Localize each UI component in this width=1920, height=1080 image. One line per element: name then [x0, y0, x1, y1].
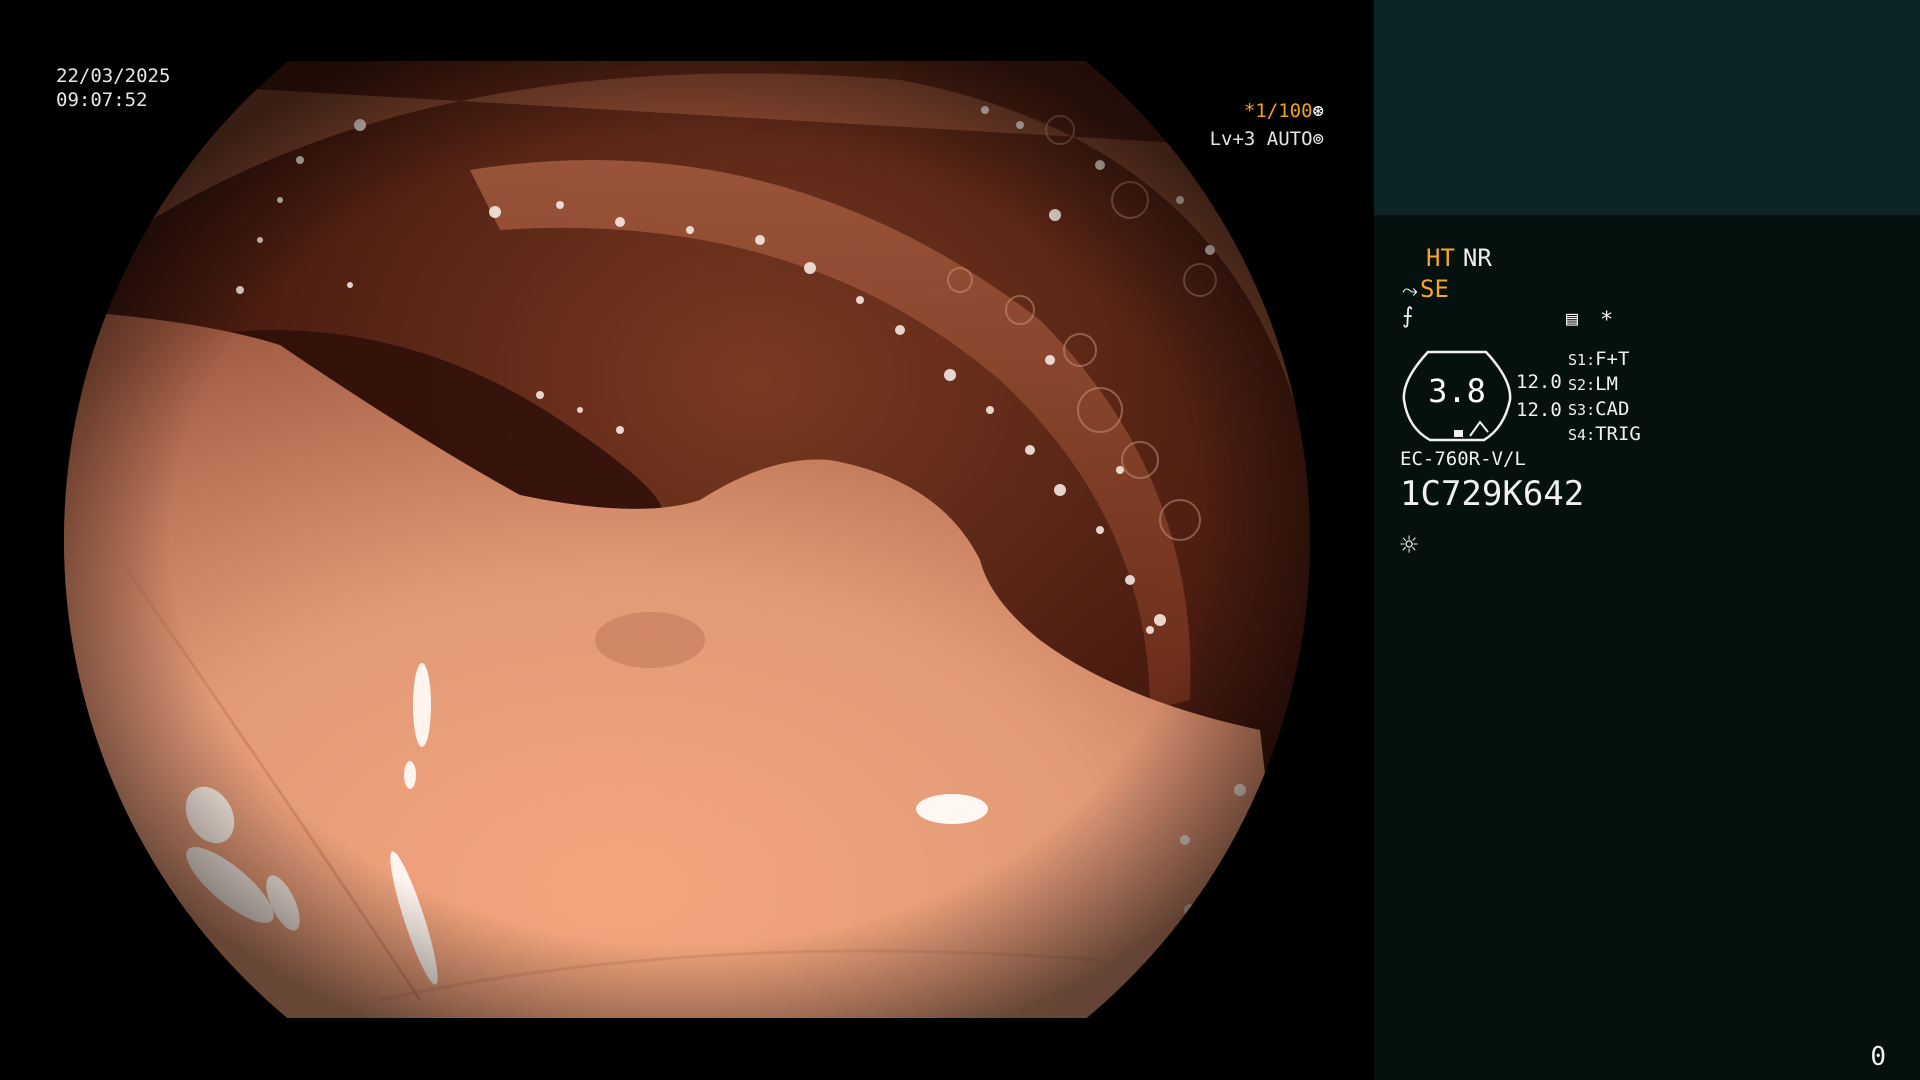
- aperture-icon: ⊛: [1312, 100, 1324, 122]
- scope-serial-label: 1C729K642: [1400, 474, 1585, 514]
- shutter-speed-label: *1/100: [1243, 100, 1313, 122]
- saturation-value-2: 12.0: [1516, 399, 1562, 421]
- ht-indicator: HT: [1426, 244, 1455, 272]
- switch-value: LM: [1595, 373, 1618, 395]
- switch-key: S4: [1568, 426, 1587, 444]
- se-indicator: SE: [1420, 275, 1449, 303]
- brightness-icon: ☼: [1400, 528, 1419, 563]
- iris-icon: ⊚: [1312, 128, 1324, 150]
- endoscopy-monitor-screen: 22/03/2025 09:07:52 *1/100⊛ Lv+3 AUTO⊚ H…: [0, 0, 1920, 1080]
- switch-value: CAD: [1595, 398, 1630, 420]
- date-label: 22/03/2025: [56, 65, 171, 87]
- panel-header-area: [1374, 0, 1920, 215]
- switch-key: S2: [1568, 376, 1587, 394]
- iris-mode-label: AUTO: [1266, 128, 1313, 150]
- switch-row-s3: S3:CAD: [1568, 398, 1630, 420]
- status-panel: HT NR ⤳SE ⨍ ▤ * 3.8 12.0 12.0 S1:F+T S2:L…: [1374, 0, 1920, 1080]
- saturation-value-1: 12.0: [1516, 371, 1562, 393]
- frame-counter: 0: [1870, 1042, 1886, 1072]
- endoscopic-image-view: 22/03/2025 09:07:52 *1/100⊛ Lv+3 AUTO⊚: [0, 0, 1374, 1080]
- switch-value: F+T: [1595, 348, 1630, 370]
- switch-key: S3: [1568, 401, 1587, 419]
- gauge-value: 3.8: [1428, 372, 1486, 410]
- switch-row-s2: S2:LM: [1568, 373, 1618, 395]
- switch-row-s4: S4:TRIG: [1568, 423, 1641, 445]
- star-indicator: *: [1600, 308, 1614, 333]
- switch-key: S1: [1568, 351, 1587, 369]
- shutter-speed-row: *1/100⊛: [1244, 99, 1324, 123]
- switch-value: TRIG: [1595, 423, 1641, 445]
- brightness-level-row: Lv+3 AUTO⊚: [1210, 127, 1324, 151]
- menu-icon: ▤: [1566, 306, 1579, 330]
- brightness-level-label: Lv+3: [1209, 128, 1256, 150]
- nr-indicator: NR: [1462, 244, 1492, 272]
- curve-icon: ⨍: [1402, 304, 1414, 329]
- date-time-display: 22/03/2025 09:07:52: [56, 64, 170, 112]
- switch-row-s1: S1:F+T: [1568, 348, 1630, 370]
- time-label: 09:07:52: [56, 89, 148, 111]
- structure-enhance-row: ⤳SE: [1402, 275, 1449, 303]
- enhancement-row: HT NR: [1426, 244, 1500, 272]
- scope-model-label: EC-760R-V/L: [1400, 448, 1526, 470]
- endoscopic-image: [64, 61, 1310, 1018]
- scope-angle-icon: ⤳: [1402, 278, 1418, 302]
